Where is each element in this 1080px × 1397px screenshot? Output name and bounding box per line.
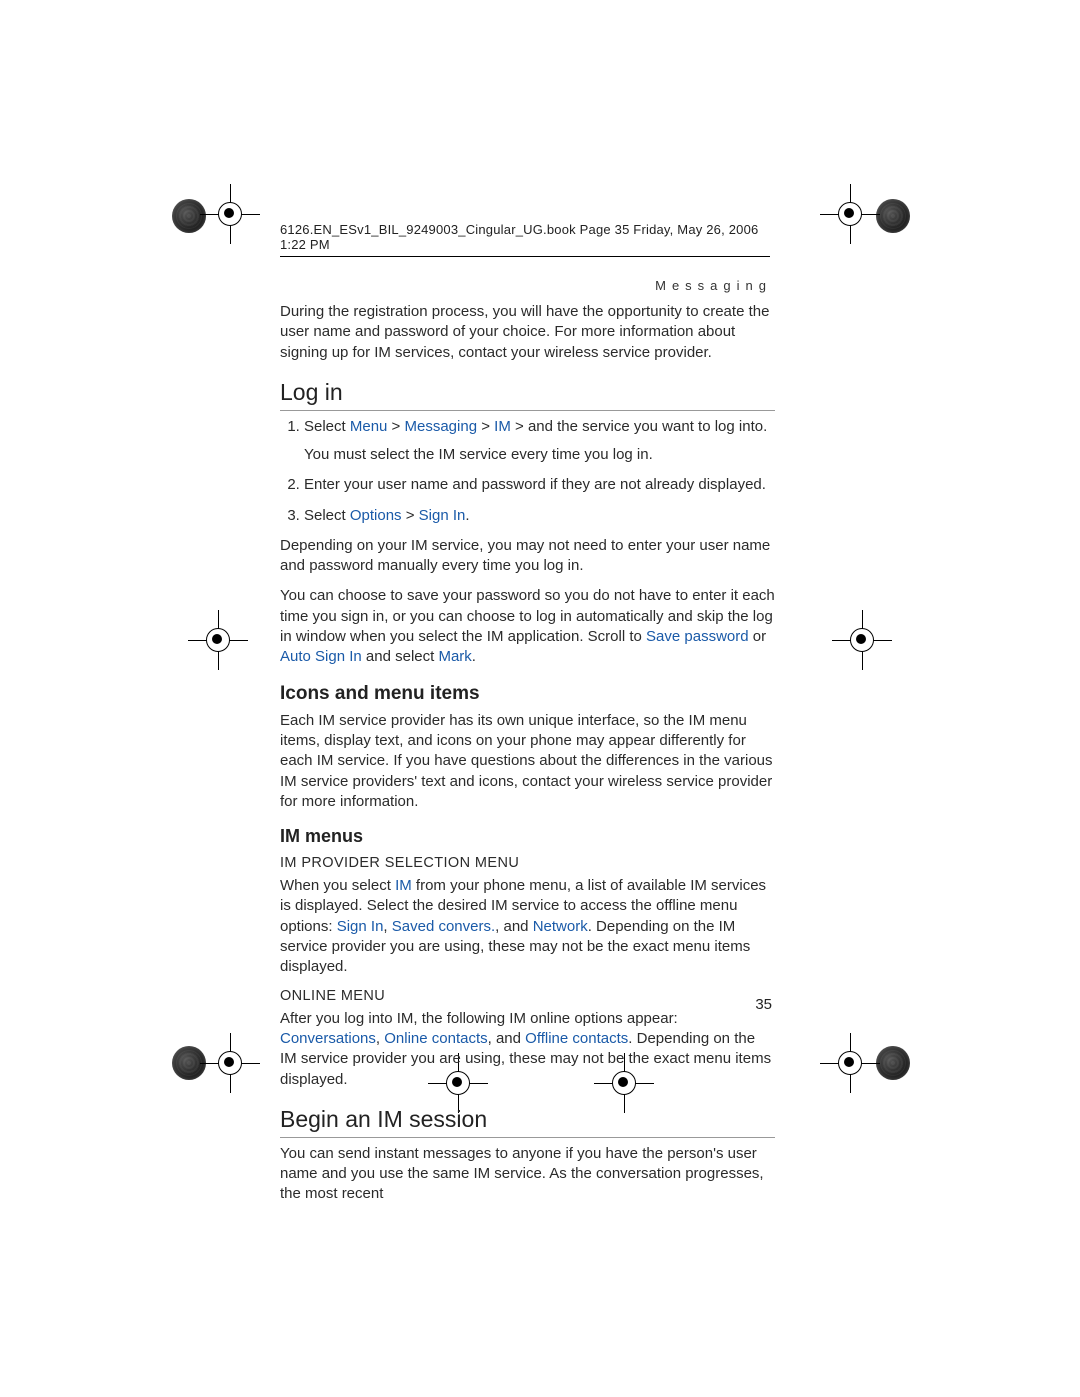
txt: , (383, 918, 391, 935)
page: { "header": { "crop_line": "6126.EN_ESv1… (0, 0, 1080, 1397)
ui-options: Options (350, 507, 402, 524)
ornament-top-right (876, 199, 910, 233)
running-head: Messaging (655, 278, 772, 293)
crop-header-text: 6126.EN_ESv1_BIL_9249003_Cingular_UG.boo… (280, 222, 758, 252)
login-after-b: You can choose to save your password so … (280, 586, 775, 667)
ui-conversations: Conversations (280, 1030, 376, 1047)
ui-messaging: Messaging (405, 418, 478, 435)
provider-menu-paragraph: When you select IM from your phone menu,… (280, 876, 775, 977)
ui-sign-in: Sign In (337, 918, 384, 935)
regmark (820, 184, 880, 244)
regmark (200, 1033, 260, 1093)
ui-im: IM (395, 877, 412, 894)
ui-network: Network (533, 918, 588, 935)
txt: . (472, 648, 476, 665)
content: During the registration process, you wil… (280, 302, 775, 1215)
page-number: 35 (755, 996, 772, 1013)
heading-begin-session: Begin an IM session (280, 1104, 775, 1138)
login-step-1: Select Menu > Messaging > IM > and the s… (304, 417, 775, 466)
regmark (188, 610, 248, 670)
login-step-2: Enter your user name and password if the… (304, 475, 775, 495)
ui-save-password: Save password (646, 628, 749, 645)
regmark (200, 184, 260, 244)
sep: > (387, 418, 404, 435)
intro-paragraph: During the registration process, you wil… (280, 302, 775, 363)
heading-im-menus: IM menus (280, 824, 775, 848)
sep: > (402, 507, 419, 524)
sep: > (511, 418, 528, 435)
ui-sign-in: Sign In (419, 507, 466, 524)
regmark (820, 1033, 880, 1093)
ui-saved-convers: Saved convers. (392, 918, 495, 935)
txt: , (376, 1030, 384, 1047)
ornament-bottom-right (876, 1046, 910, 1080)
step1-suffix: and the service you want to log into. (528, 418, 767, 435)
login-step-3: Select Options > Sign In. (304, 506, 775, 526)
ui-menu: Menu (350, 418, 388, 435)
crop-header-line: 6126.EN_ESv1_BIL_9249003_Cingular_UG.boo… (280, 222, 770, 257)
txt: and select (362, 648, 439, 665)
ui-mark: Mark (438, 648, 471, 665)
ui-online-contacts: Online contacts (384, 1030, 487, 1047)
heading-provider-menu: IM PROVIDER SELECTION MENU (280, 854, 775, 874)
ui-auto-sign-in: Auto Sign In (280, 648, 362, 665)
txt: When you select (280, 877, 395, 894)
txt: After you log into IM, the following IM … (280, 1010, 678, 1027)
txt: , and (495, 918, 533, 935)
step3-suffix: . (465, 507, 469, 524)
heading-icons: Icons and menu items (280, 681, 775, 707)
ui-offline-contacts: Offline contacts (525, 1030, 628, 1047)
login-after-a: Depending on your IM service, you may no… (280, 536, 775, 577)
step3-prefix: Select (304, 507, 350, 524)
txt: , and (488, 1030, 526, 1047)
icons-paragraph: Each IM service provider has its own uni… (280, 711, 775, 812)
login-steps: Select Menu > Messaging > IM > and the s… (280, 417, 775, 526)
txt: or (749, 628, 767, 645)
online-menu-paragraph: After you log into IM, the following IM … (280, 1009, 775, 1090)
ui-im: IM (494, 418, 511, 435)
heading-log-in: Log in (280, 377, 775, 411)
heading-online-menu: ONLINE MENU (280, 987, 775, 1007)
step1-prefix: Select (304, 418, 350, 435)
session-paragraph: You can send instant messages to anyone … (280, 1144, 775, 1205)
regmark (832, 610, 892, 670)
step1-note: You must select the IM service every tim… (304, 446, 653, 463)
sep: > (477, 418, 494, 435)
